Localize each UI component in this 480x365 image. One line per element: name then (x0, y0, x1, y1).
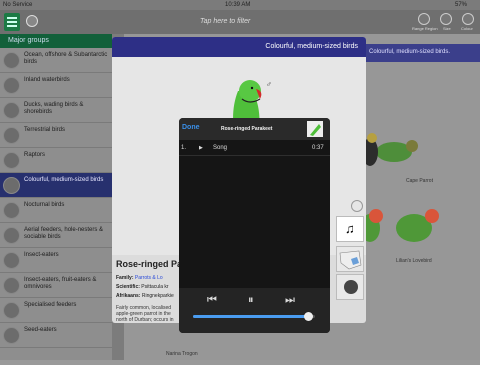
size-icon[interactable] (440, 13, 452, 25)
family-field: Family: Parrots & Lo (116, 275, 163, 281)
sidebar-item-specialised[interactable]: Specialised feeders (0, 298, 112, 323)
battery-label: 57% (455, 2, 468, 8)
sidebar: Major groups Ocean, offshore & Subantarc… (0, 34, 112, 360)
waterbird-icon (3, 77, 20, 94)
playing-indicator-icon: ▶ (199, 145, 203, 151)
top-toolbar: Tap here to filter Range Region Size Col… (0, 10, 480, 34)
search-icon[interactable] (26, 15, 38, 27)
swallow-icon (3, 227, 20, 244)
seed-eater-icon (3, 327, 20, 344)
track-name: Song (213, 145, 228, 151)
clock: 10:39 AM (225, 2, 251, 8)
music-note-icon: ♫ (345, 221, 355, 236)
sidebar-item-insect-eaters[interactable]: Insect-eaters (0, 248, 112, 273)
terrestrial-bird-icon (3, 127, 20, 144)
done-button[interactable]: Done (182, 124, 200, 131)
svg-text:♂: ♂ (266, 80, 272, 89)
scientific-field: Scientific: Psittacula kr (116, 284, 169, 290)
specialised-feeder-icon (3, 302, 20, 319)
tab-map[interactable] (336, 246, 364, 272)
tab-audio[interactable]: ♫ (336, 216, 364, 242)
omnivore-bird-icon (3, 277, 20, 294)
player-controls: ⏮ ⏸ ⏭ (179, 288, 330, 333)
colourful-bird-icon (3, 177, 20, 194)
track-duration: 0:37 (312, 145, 324, 151)
range-region-label: Range Region (412, 26, 438, 31)
track-number: 1. (181, 145, 187, 151)
progress-fill (193, 315, 309, 318)
colour-icon[interactable] (462, 13, 474, 25)
previous-track-icon[interactable]: ⏮ (207, 294, 217, 307)
progress-knob[interactable] (304, 312, 314, 321)
map-icon (339, 250, 362, 270)
category-header: Colourful, medium-sized birds. (365, 44, 480, 62)
compare-icon (344, 280, 358, 294)
tab-compare[interactable] (336, 274, 364, 300)
sidebar-item-aerial[interactable]: Aerial feeders, hole-nesters & sociable … (0, 223, 112, 248)
lovebird-thumbnail-2 (396, 209, 439, 242)
bird-label-lilians-lovebird[interactable]: Lilian's Lovebird (396, 258, 432, 264)
insect-eater-icon (3, 252, 20, 269)
sidebar-item-colourful[interactable]: Colourful, medium-sized birds (0, 173, 112, 198)
parakeet-thumbnail (307, 121, 323, 137)
parrot-thumbnail (376, 140, 418, 162)
zoom-icon[interactable] (351, 200, 363, 212)
card-header: Colourful, medium-sized birds (112, 37, 366, 57)
player-title: Rose-ringed Parakeet (221, 126, 273, 132)
bird-label-cape-parrot[interactable]: Cape Parrot (406, 178, 433, 184)
next-track-icon[interactable]: ⏭ (285, 294, 295, 307)
size-label: Size (443, 26, 451, 31)
pause-icon[interactable]: ⏸ (248, 294, 254, 307)
species-description: Fairly common, localised apple-green par… (116, 305, 174, 323)
species-title: Rose-ringed Pa (116, 259, 183, 269)
bird-label-narina-trogon[interactable]: Narina Trogon (166, 351, 198, 357)
menu-button[interactable] (4, 13, 20, 31)
sidebar-item-raptors[interactable]: Raptors (0, 148, 112, 173)
card-side-tabs: ♫ (334, 214, 366, 304)
status-bar: No Service 10:39 AM 57% (0, 0, 480, 10)
family-link[interactable]: Parrots & Lo (135, 275, 163, 281)
sidebar-item-ducks[interactable]: Ducks, wading birds & shorebirds (0, 98, 112, 123)
ocean-bird-icon (3, 52, 20, 69)
sidebar-item-ocean[interactable]: Ocean, offshore & Subantarctic birds (0, 48, 112, 73)
sidebar-item-terrestrial[interactable]: Terrestrial birds (0, 123, 112, 148)
filter-input[interactable]: Tap here to filter (200, 18, 250, 25)
afrikaans-field: Afrikaans: Ringnekparkie (116, 293, 174, 299)
sidebar-header: Major groups (0, 34, 112, 48)
colour-label: Colour (461, 26, 473, 31)
sidebar-item-seed-eaters[interactable]: Seed-eaters (0, 323, 112, 348)
carrier-label: No Service (3, 2, 33, 8)
raptor-icon (3, 152, 20, 169)
sidebar-item-nocturnal[interactable]: Nocturnal birds (0, 198, 112, 223)
sidebar-item-omnivores[interactable]: Insect-eaters, fruit-eaters & omnivores (0, 273, 112, 298)
player-header: Done Rose-ringed Parakeet (179, 118, 330, 140)
duck-icon (3, 102, 20, 119)
progress-slider[interactable] (193, 312, 315, 321)
audio-player: Done Rose-ringed Parakeet 1. ▶ Song 0:37… (179, 118, 330, 333)
range-region-icon[interactable] (418, 13, 430, 25)
sidebar-item-inland-waterbirds[interactable]: Inland waterbirds (0, 73, 112, 98)
owl-icon (3, 202, 20, 219)
track-row[interactable]: 1. ▶ Song 0:37 (179, 140, 330, 156)
